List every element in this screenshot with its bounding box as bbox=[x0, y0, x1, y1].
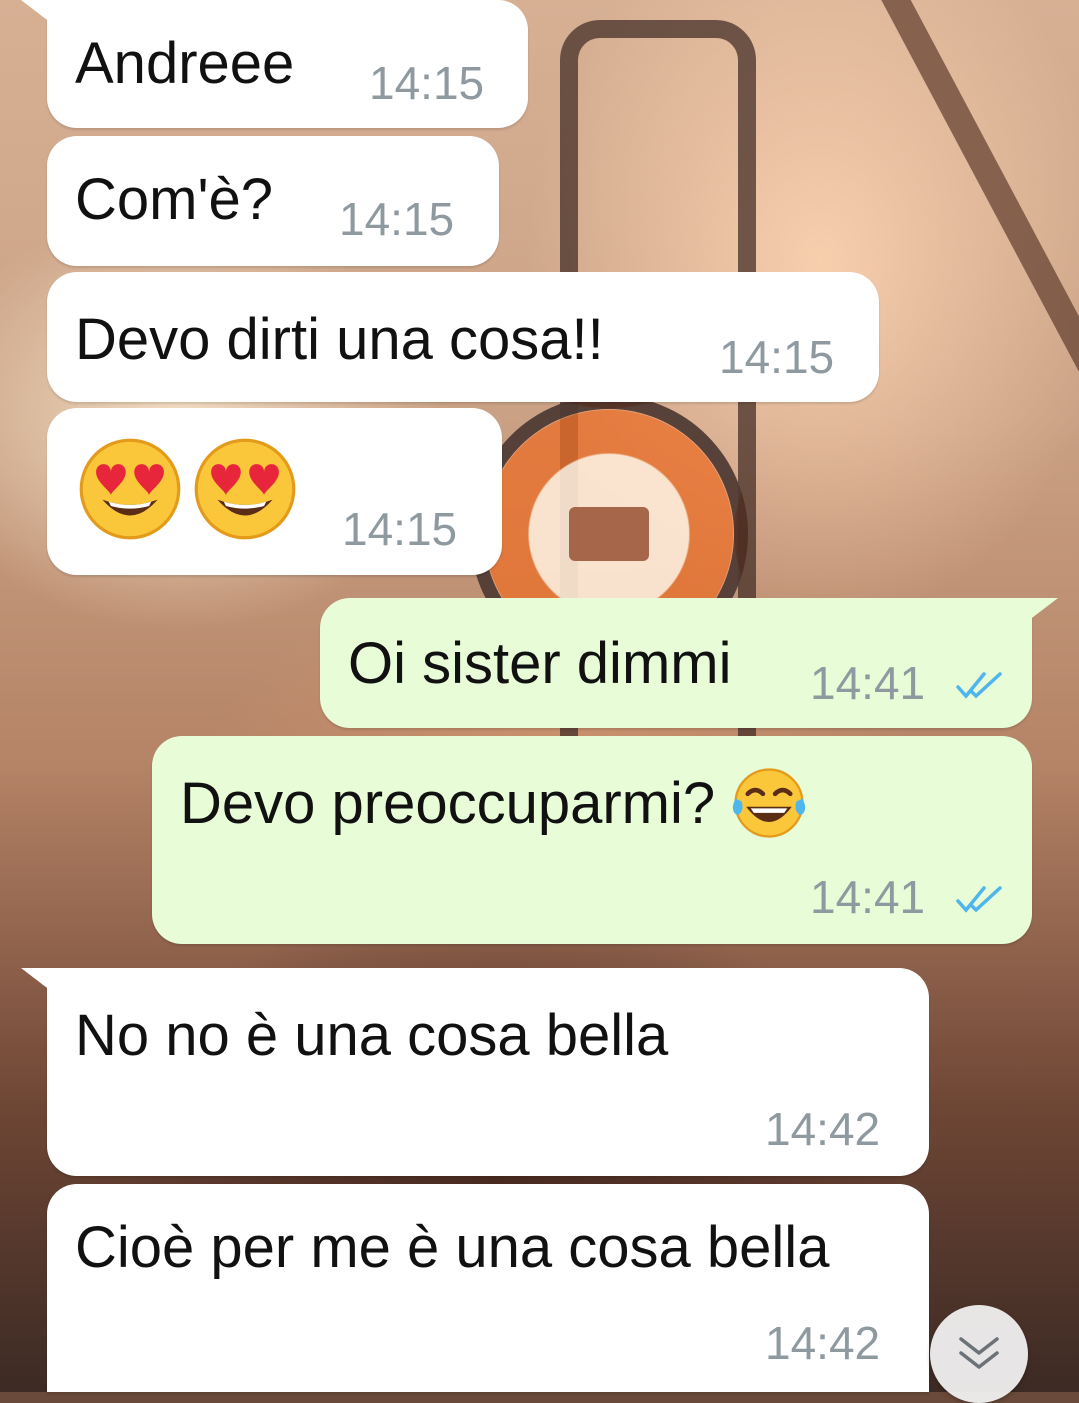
message-bubble-incoming[interactable]: Andreee 14:15 bbox=[21, 0, 528, 128]
message-time: 14:42 bbox=[765, 1103, 881, 1155]
scroll-to-bottom-button[interactable] bbox=[930, 1305, 1028, 1403]
message-time: 14:15 bbox=[339, 193, 455, 245]
message-text: Devo dirti una cosa!! bbox=[75, 307, 604, 372]
heart-eyes-emoji bbox=[77, 436, 183, 542]
tears-of-joy-emoji bbox=[731, 768, 807, 838]
message-bubble-incoming[interactable]: 14:15 bbox=[47, 408, 502, 575]
message-text: Cioè per me è una cosa bella bbox=[75, 1215, 830, 1280]
message-text: No no è una cosa bella bbox=[75, 1003, 669, 1068]
message-text: Com'è? bbox=[75, 167, 274, 232]
message-time: 14:41 bbox=[810, 657, 926, 709]
message-time: 14:41 bbox=[810, 871, 926, 923]
message-bubble-incoming[interactable]: Com'è? 14:15 bbox=[47, 136, 499, 266]
read-double-check-icon bbox=[956, 886, 1002, 913]
message-bubble-incoming[interactable]: Devo dirti una cosa!! 14:15 bbox=[47, 272, 879, 402]
double-chevron-down-icon bbox=[959, 1337, 999, 1369]
message-bubble-outgoing[interactable]: Devo preoccuparmi? 14:41 bbox=[152, 736, 1032, 944]
message-text: Andreee bbox=[75, 31, 295, 96]
wallpaper-logo bbox=[569, 507, 649, 561]
read-double-check-icon bbox=[956, 672, 1002, 699]
message-time: 14:15 bbox=[342, 503, 458, 555]
message-text: Devo preoccuparmi? bbox=[180, 768, 807, 841]
message-time: 14:15 bbox=[369, 57, 485, 109]
message-bubble-incoming[interactable]: No no è una cosa bella 14:42 bbox=[21, 968, 929, 1176]
message-time: 14:42 bbox=[765, 1317, 881, 1369]
message-bubble-incoming[interactable]: Cioè per me è una cosa bella 14:42 bbox=[47, 1184, 929, 1392]
message-text-content: Devo preoccuparmi? bbox=[180, 771, 716, 836]
message-time: 14:15 bbox=[719, 331, 835, 383]
heart-eyes-emoji bbox=[192, 436, 298, 542]
message-text: Oi sister dimmi bbox=[348, 631, 732, 696]
message-bubble-outgoing[interactable]: Oi sister dimmi 14:41 bbox=[320, 598, 1058, 728]
